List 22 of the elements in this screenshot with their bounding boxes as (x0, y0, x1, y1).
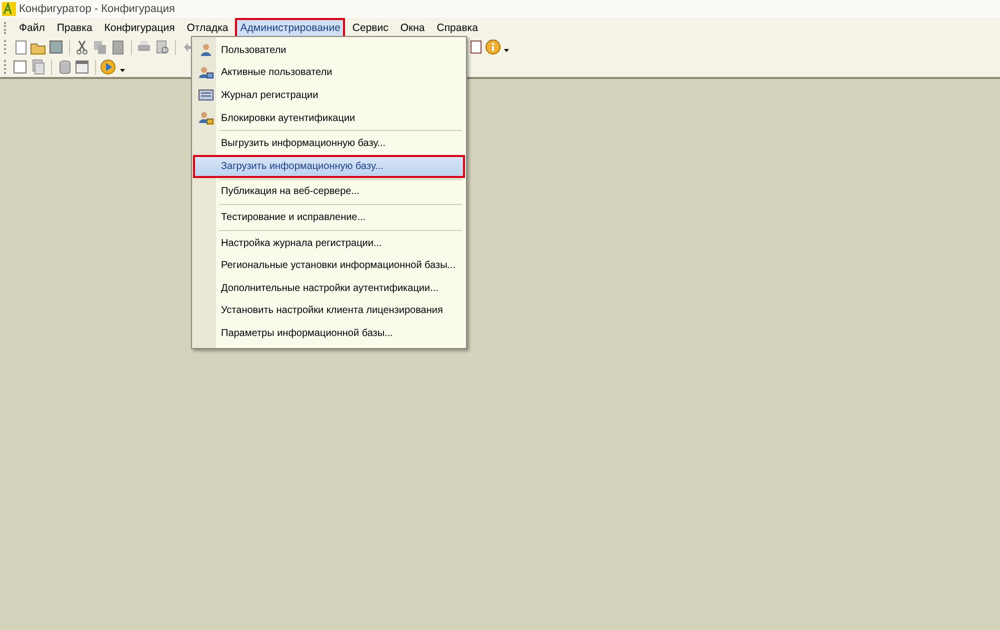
menu-item[interactable]: Загрузить информационную базу... (193, 154, 465, 178)
menu-item[interactable]: Журнал регистрации (193, 84, 465, 107)
menu-item[interactable]: Публикация на веб-сервере... (193, 180, 465, 204)
menu-item[interactable]: Тестирование и исправление... (193, 206, 465, 229)
menu-item[interactable]: Установить настройки клиента лицензирования (193, 300, 465, 322)
menu-item[interactable]: Окна (395, 18, 430, 38)
menu-item[interactable]: Параметры информационной базы... (193, 322, 465, 345)
menu-item[interactable]: Администрирование (235, 18, 346, 38)
menu-item[interactable]: Правка (52, 18, 98, 38)
menu-item[interactable]: Справка (432, 18, 483, 38)
window-title: Конфигуратор - Конфигурация (19, 3, 175, 15)
menu-item[interactable]: Пользователи (193, 39, 465, 62)
menu-item[interactable]: Сервис (347, 18, 394, 38)
menu-item[interactable]: Файл (14, 18, 50, 38)
menu-item[interactable]: Отладка (182, 18, 234, 38)
menu-item[interactable]: Конфигурация (99, 18, 180, 38)
menu-item[interactable]: Региональные установки информационной базы... (193, 254, 465, 277)
menu-item[interactable]: Выгрузить информационную базу... (193, 132, 465, 155)
menu-item[interactable]: Активные пользователи (193, 62, 465, 84)
menu-item[interactable]: Дополнительные настройки аутентификации... (193, 276, 465, 300)
menu-item[interactable]: Настройка журнала регистрации... (193, 232, 465, 254)
menu-item[interactable]: Блокировки аутентификации (193, 106, 465, 130)
